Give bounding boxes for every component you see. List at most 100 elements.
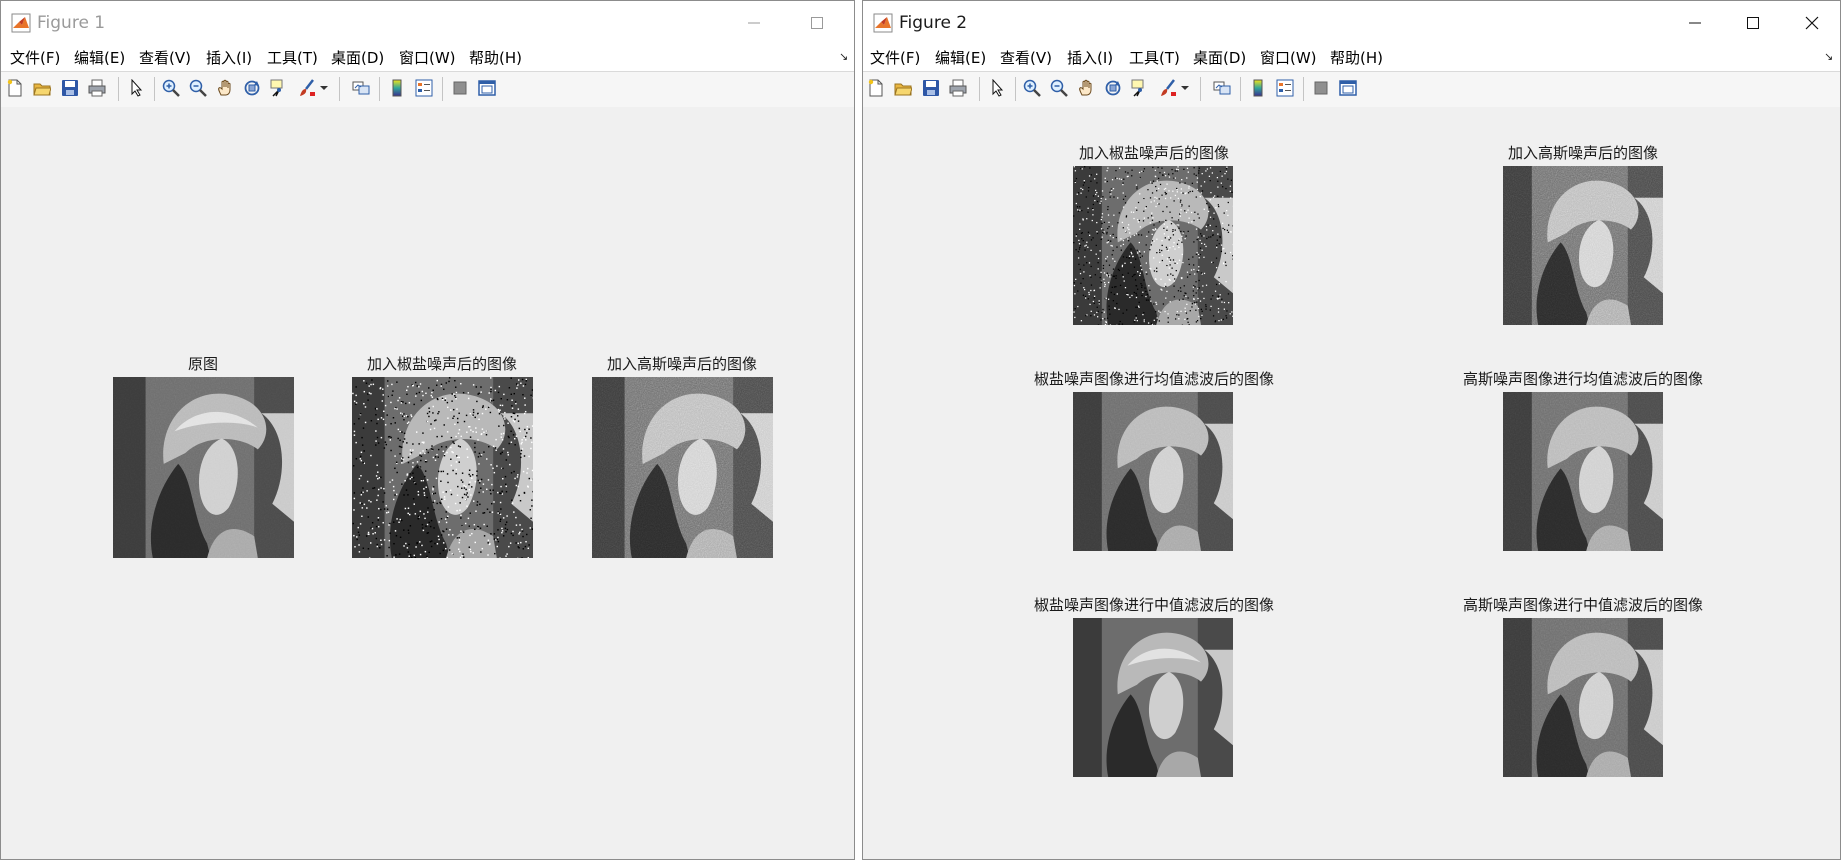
subplot-title: 加入椒盐噪声后的图像 xyxy=(1078,144,1230,162)
maximize-button[interactable] xyxy=(1725,7,1781,39)
menu-bar: 文件(F) 编辑(E) 查看(V) 插入(I) 工具(T) 桌面(D) 窗口(W… xyxy=(1,45,854,71)
legend-icon[interactable] xyxy=(1275,78,1295,98)
pan-hand-icon[interactable] xyxy=(215,78,235,98)
show-plot-tools-icon[interactable] xyxy=(1338,78,1358,98)
lena-salt-pepper-image xyxy=(1073,166,1233,325)
residual-noise-overlay xyxy=(1073,392,1233,551)
title-bar[interactable]: Figure 1 xyxy=(1,1,854,45)
menu-insert[interactable]: 插入(I) xyxy=(1067,48,1113,68)
noise-dots xyxy=(1073,166,1233,325)
brush-icon[interactable] xyxy=(297,78,317,98)
open-file-icon[interactable] xyxy=(893,78,913,98)
lena-gaussian-image xyxy=(1503,166,1663,325)
menu-insert[interactable]: 插入(I) xyxy=(206,48,252,68)
gaussian-noise-overlay xyxy=(1503,166,1663,325)
matlab-logo-icon xyxy=(11,13,31,33)
subplot-title: 椒盐噪声图像进行均值滤波后的图像 xyxy=(1033,370,1275,388)
menu-bar: 文件(F) 编辑(E) 查看(V) 插入(I) 工具(T) 桌面(D) 窗口(W… xyxy=(863,45,1840,71)
menu-file[interactable]: 文件(F) xyxy=(870,48,920,68)
select-arrow-icon[interactable] xyxy=(126,78,146,98)
pan-hand-icon[interactable] xyxy=(1076,78,1096,98)
subplot-title: 原图 xyxy=(187,355,219,373)
title-bar[interactable]: Figure 2 xyxy=(863,1,1840,45)
lena-gaussian-image xyxy=(592,377,773,558)
rotate-3d-icon[interactable] xyxy=(242,78,262,98)
figure-toolbar xyxy=(863,71,1840,108)
save-icon[interactable] xyxy=(921,78,941,98)
menu-window[interactable]: 窗口(W) xyxy=(399,48,456,68)
gaussian-noise-overlay xyxy=(592,377,773,558)
lena-median-filtered-image xyxy=(1073,618,1233,777)
brush-icon[interactable] xyxy=(1158,78,1178,98)
close-button[interactable] xyxy=(1784,7,1840,39)
link-plot-icon[interactable] xyxy=(351,78,371,98)
show-plot-tools-icon[interactable] xyxy=(477,78,497,98)
menu-desktop[interactable]: 桌面(D) xyxy=(331,48,384,68)
menu-view[interactable]: 查看(V) xyxy=(1000,48,1052,68)
toolbar-separator xyxy=(154,77,155,101)
maximize-button[interactable] xyxy=(789,7,845,39)
data-cursor-icon[interactable] xyxy=(1130,78,1150,98)
link-plot-icon[interactable] xyxy=(1212,78,1232,98)
print-icon[interactable] xyxy=(87,78,107,98)
menu-view[interactable]: 查看(V) xyxy=(139,48,191,68)
lena-gaussian-median-filtered-image xyxy=(1503,618,1663,777)
new-figure-icon[interactable] xyxy=(5,78,25,98)
hide-plot-tools-icon[interactable] xyxy=(1311,78,1331,98)
subplot-title: 椒盐噪声图像进行中值滤波后的图像 xyxy=(1033,596,1275,614)
figure-2-window: Figure 2 文件(F) 编辑(E) 查看(V) 插入(I) 工具(T) 桌… xyxy=(862,0,1841,860)
menu-desktop[interactable]: 桌面(D) xyxy=(1193,48,1246,68)
zoom-in-icon[interactable] xyxy=(161,78,181,98)
subplot-title: 加入椒盐噪声后的图像 xyxy=(366,355,518,373)
toolbar-separator xyxy=(379,77,380,101)
lena-gaussian-mean-filtered-image xyxy=(1503,392,1663,551)
menu-tools[interactable]: 工具(T) xyxy=(267,48,318,68)
toolbar-separator xyxy=(118,77,119,101)
data-cursor-icon[interactable] xyxy=(269,78,289,98)
legend-icon[interactable] xyxy=(414,78,434,98)
subplot-title: 加入高斯噪声后的图像 xyxy=(606,355,758,373)
menu-edit[interactable]: 编辑(E) xyxy=(935,48,986,68)
zoom-out-icon[interactable] xyxy=(1049,78,1069,98)
menu-window[interactable]: 窗口(W) xyxy=(1260,48,1317,68)
toolbar-separator xyxy=(339,77,340,101)
rotate-3d-icon[interactable] xyxy=(1103,78,1123,98)
toolbar-separator xyxy=(1303,77,1304,101)
menu-file[interactable]: 文件(F) xyxy=(10,48,60,68)
matlab-logo-icon xyxy=(873,13,893,33)
residual-noise-overlay xyxy=(1503,618,1663,777)
colorbar-icon[interactable] xyxy=(387,78,407,98)
brush-dropdown-icon[interactable] xyxy=(319,78,329,98)
zoom-in-icon[interactable] xyxy=(1022,78,1042,98)
minimize-button[interactable] xyxy=(1667,7,1723,39)
figure-canvas: 加入椒盐噪声后的图像 加入高斯噪声后的图像 椒盐噪声图像进行均值滤波后的图像 高… xyxy=(863,107,1840,859)
noise-dots xyxy=(352,377,533,558)
menu-help[interactable]: 帮助(H) xyxy=(1330,48,1383,68)
lena-original-image xyxy=(113,377,294,558)
new-figure-icon[interactable] xyxy=(866,78,886,98)
salt-pepper-noise-overlay xyxy=(352,377,533,558)
brush-dropdown-icon[interactable] xyxy=(1180,78,1190,98)
lena-portrait-icon xyxy=(1073,618,1233,777)
dock-arrow-icon[interactable]: ↘ xyxy=(1824,50,1833,63)
toolbar-separator xyxy=(1200,77,1201,101)
close-button[interactable] xyxy=(849,7,854,39)
subplot-title: 加入高斯噪声后的图像 xyxy=(1507,144,1659,162)
minimize-button[interactable] xyxy=(726,7,782,39)
menu-help[interactable]: 帮助(H) xyxy=(469,48,522,68)
zoom-out-icon[interactable] xyxy=(188,78,208,98)
save-icon[interactable] xyxy=(60,78,80,98)
menu-tools[interactable]: 工具(T) xyxy=(1129,48,1180,68)
menu-edit[interactable]: 编辑(E) xyxy=(74,48,125,68)
dock-arrow-icon[interactable]: ↘ xyxy=(839,50,848,63)
hide-plot-tools-icon[interactable] xyxy=(450,78,470,98)
figure-canvas: 原图 加入椒盐噪声后的图像 加入高斯噪声后的图像 xyxy=(1,107,854,859)
print-icon[interactable] xyxy=(948,78,968,98)
lena-mean-filtered-image xyxy=(1073,392,1233,551)
window-title: Figure 2 xyxy=(899,13,968,33)
open-file-icon[interactable] xyxy=(32,78,52,98)
colorbar-icon[interactable] xyxy=(1248,78,1268,98)
toolbar-separator xyxy=(1240,77,1241,101)
select-arrow-icon[interactable] xyxy=(987,78,1007,98)
toolbar-separator xyxy=(979,77,980,101)
